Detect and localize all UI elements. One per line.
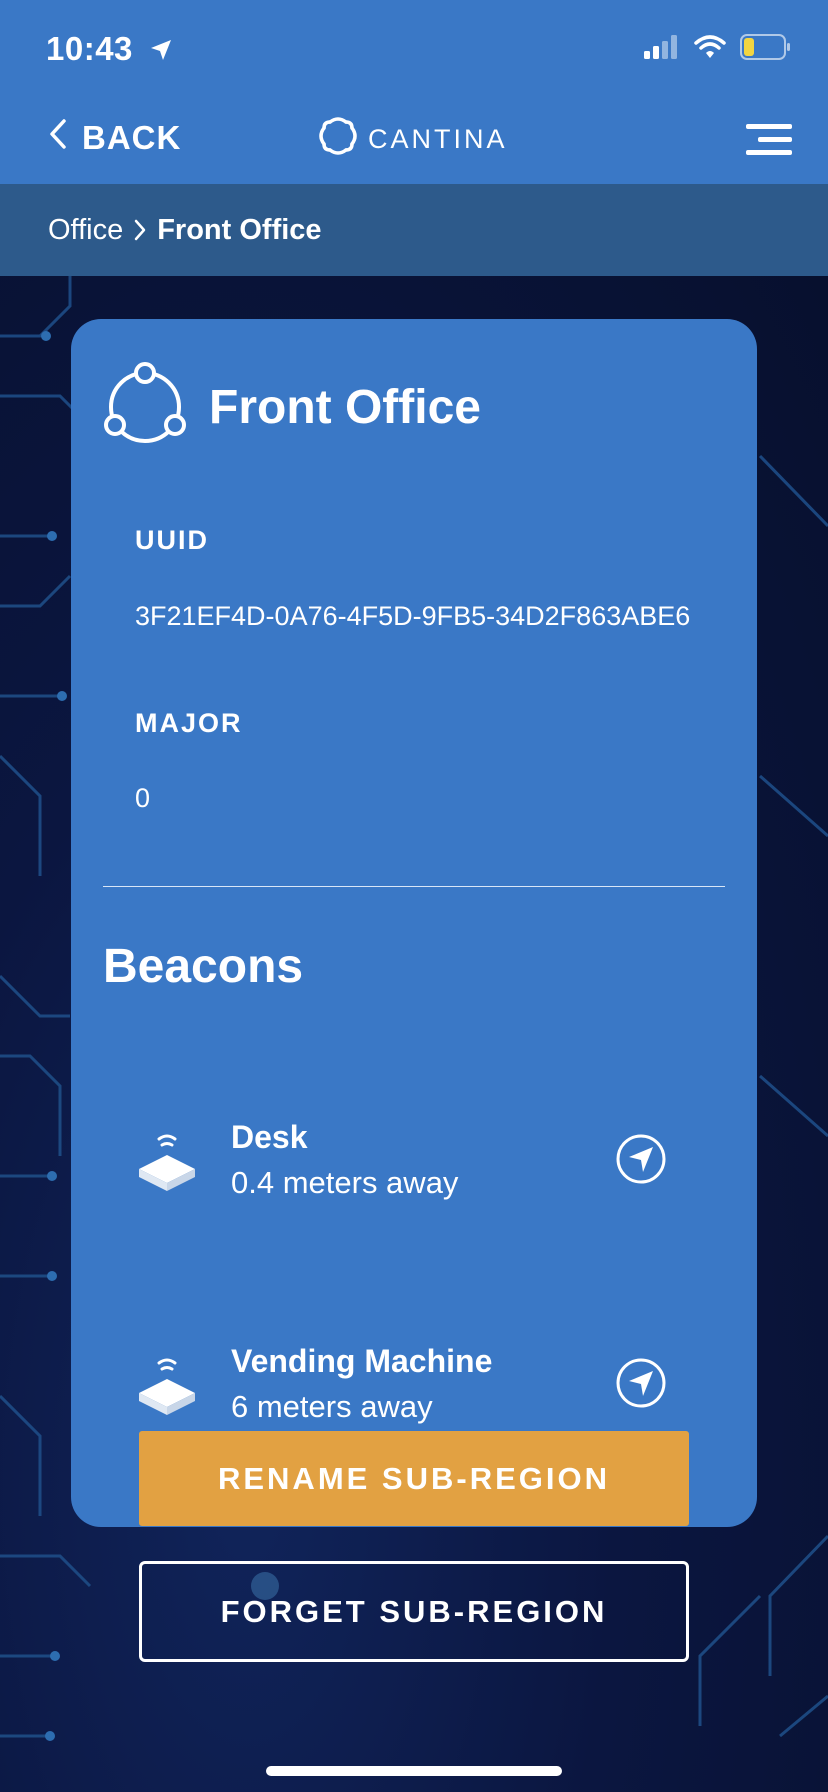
sub-region-card: Front Office UUID 3F21EF4D-0A76-4F5D-9FB… (71, 319, 757, 1527)
uuid-label: UUID (135, 525, 209, 555)
chevron-left-icon (48, 118, 68, 158)
beacon-item-vending-machine[interactable]: Vending Machine 6 meters away (135, 1343, 695, 1433)
logo-text: CANTINA (368, 124, 508, 154)
beacons-title: Beacons (103, 940, 304, 993)
status-indicators (644, 34, 792, 65)
cantina-logo: CANTINA (316, 114, 508, 165)
breadcrumb-current: Front Office (157, 213, 322, 246)
breadcrumb-parent[interactable]: Office (48, 214, 123, 247)
major-label: MAJOR (135, 708, 243, 738)
hamburger-menu-icon[interactable] (746, 122, 792, 158)
uuid-value: 3F21EF4D-0A76-4F5D-9FB5-34D2F863ABE6 (135, 601, 691, 631)
top-nav-bar: BACK CANTINA (0, 96, 828, 184)
card-header: Front Office (101, 361, 481, 454)
divider (103, 886, 725, 887)
status-bar: 10:43 (0, 0, 828, 96)
region-nodes-icon (101, 361, 189, 454)
beacon-device-icon (135, 1127, 199, 1202)
beacon-name: Desk (231, 1119, 308, 1155)
location-arrow-icon (149, 32, 173, 70)
navigate-icon[interactable] (615, 1357, 667, 1414)
beacon-name: Vending Machine (231, 1343, 493, 1379)
beacon-distance: 0.4 meters away (231, 1165, 459, 1200)
cellular-signal-icon (644, 35, 680, 64)
home-indicator (266, 1766, 562, 1776)
status-time: 10:43 (46, 30, 173, 70)
wifi-icon (694, 35, 726, 64)
card-title: Front Office (209, 381, 481, 434)
battery-low-icon (740, 34, 792, 65)
navigate-icon[interactable] (615, 1133, 667, 1190)
back-label: BACK (82, 119, 182, 156)
beacon-distance: 6 meters away (231, 1389, 433, 1424)
forget-sub-region-button[interactable]: FORGET SUB-REGION (139, 1561, 689, 1662)
time-text: 10:43 (46, 30, 133, 67)
chevron-right-icon (133, 218, 147, 242)
beacon-device-icon (135, 1351, 199, 1426)
rename-sub-region-button[interactable]: RENAME SUB-REGION (139, 1431, 689, 1526)
breadcrumb: Office Front Office (0, 184, 828, 276)
major-value: 0 (135, 783, 151, 813)
cantina-logo-icon (316, 114, 360, 165)
back-button[interactable]: BACK (48, 118, 181, 158)
beacon-item-desk[interactable]: Desk 0.4 meters away (135, 1119, 695, 1209)
